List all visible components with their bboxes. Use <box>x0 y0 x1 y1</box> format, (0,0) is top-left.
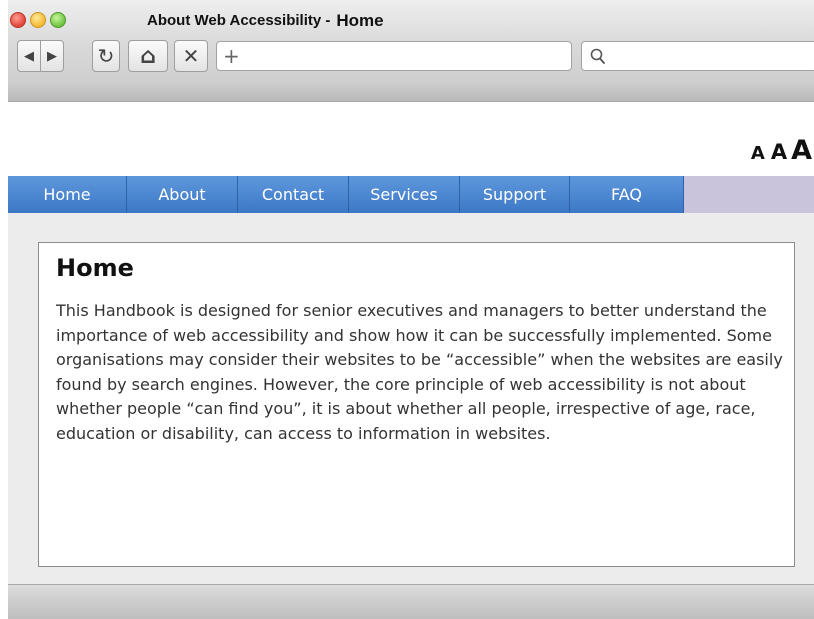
status-bar <box>8 584 814 619</box>
text-size-large-button[interactable]: A <box>791 135 812 166</box>
close-window-button[interactable] <box>10 12 26 28</box>
nav-item-home[interactable]: Home <box>8 176 127 213</box>
stop-button[interactable]: ✕ <box>174 40 208 72</box>
content-panel: Home This Handbook is designed for senio… <box>38 242 795 567</box>
nav-item-contact[interactable]: Contact <box>238 176 349 213</box>
forward-arrow-icon: ▶ <box>47 48 57 64</box>
nav-item-services[interactable]: Services <box>349 176 460 213</box>
new-tab-icon[interactable]: + <box>223 44 240 68</box>
intro-paragraph: This Handbook is designed for senior exe… <box>56 301 783 443</box>
search-icon <box>590 48 605 64</box>
stop-icon: ✕ <box>182 44 200 68</box>
page-heading: Home <box>56 254 134 282</box>
window-title-text: About Web Accessibility - <box>147 12 331 29</box>
text-size-controls: AAA <box>751 135 812 166</box>
window-title: About Web Accessibility - Home <box>147 10 384 30</box>
nav-item-support[interactable]: Support <box>460 176 570 213</box>
back-button[interactable]: ◀ <box>17 40 41 72</box>
home-icon: ⌂ <box>140 43 156 69</box>
browser-window: About Web Accessibility - Home ◀ ▶ ↻ ⌂ ✕ … <box>8 0 814 619</box>
nav-item-faq[interactable]: FAQ <box>570 176 684 213</box>
back-arrow-icon: ◀ <box>24 48 34 64</box>
web-page: AAA Home About Contact Services Support … <box>8 102 814 586</box>
home-button[interactable]: ⌂ <box>128 40 168 72</box>
address-bar[interactable]: + <box>216 41 572 71</box>
forward-button[interactable]: ▶ <box>40 40 64 72</box>
zoom-window-button[interactable] <box>50 12 66 28</box>
text-size-small-button[interactable]: A <box>751 143 765 164</box>
reload-icon: ↻ <box>97 44 115 68</box>
text-size-medium-button[interactable]: A <box>771 140 787 164</box>
window-tab-title: Home <box>336 11 384 30</box>
minimize-window-button[interactable] <box>30 12 46 28</box>
browser-chrome: About Web Accessibility - Home ◀ ▶ ↻ ⌂ ✕ … <box>8 0 814 102</box>
search-field[interactable] <box>581 41 814 71</box>
main-navigation: Home About Contact Services Support FAQ <box>8 176 814 213</box>
reload-button[interactable]: ↻ <box>92 40 120 72</box>
nav-item-about[interactable]: About <box>127 176 238 213</box>
